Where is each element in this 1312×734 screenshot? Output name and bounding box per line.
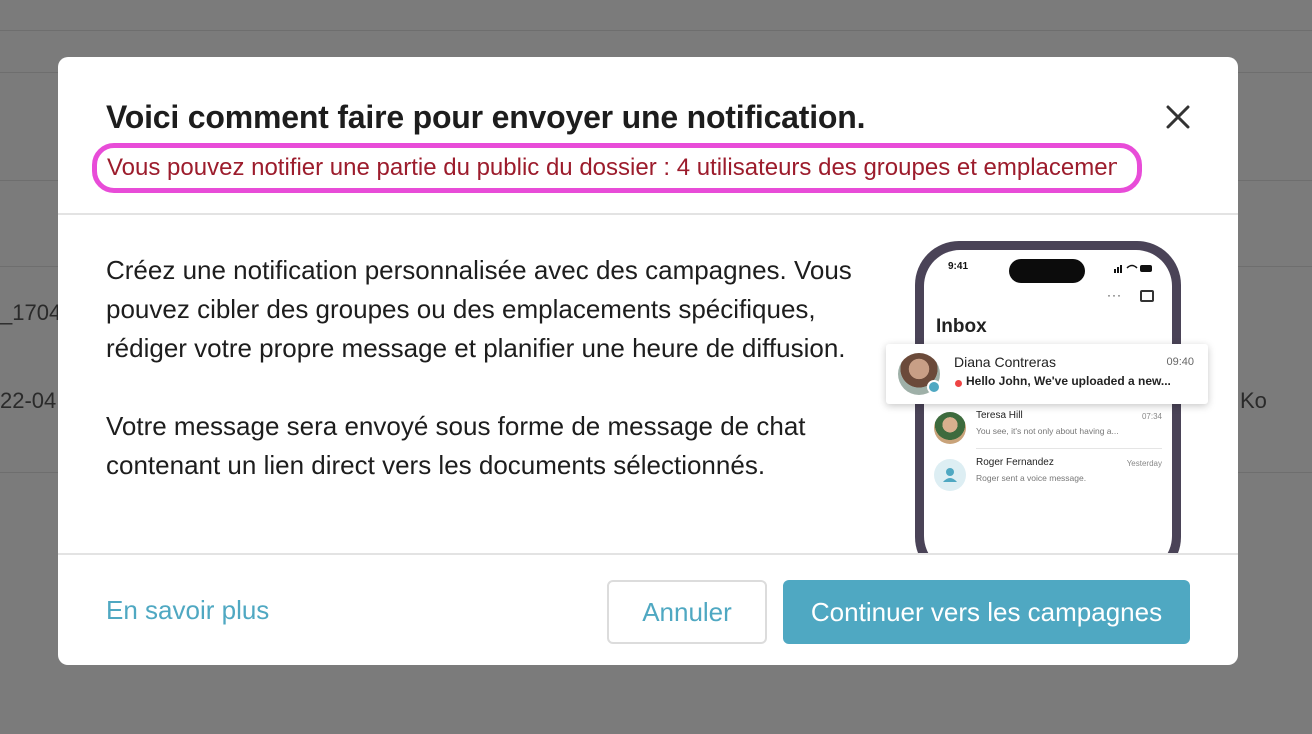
megaphone-icon (927, 380, 941, 394)
notification-help-dialog: Voici comment faire pour envoyer une not… (58, 57, 1238, 665)
sender-name: Roger Fernandez (976, 457, 1054, 468)
close-button[interactable] (1164, 103, 1192, 131)
notification-preview: Hello John, We've uploaded a new... (966, 374, 1171, 388)
audience-highlight: Vous pouvez notifier une partie du publi… (92, 143, 1142, 193)
notification-time: 09:40 (1166, 356, 1194, 368)
continue-to-campaigns-button[interactable]: Continuer vers les campagnes (783, 580, 1190, 644)
avatar (934, 412, 966, 444)
phone-notch (1009, 259, 1085, 283)
unread-dot-icon (955, 380, 962, 387)
status-icons (1114, 264, 1152, 273)
description-paragraph: Votre message sera envoyé sous forme de … (106, 411, 806, 480)
background-cell: _1704 (0, 300, 62, 325)
close-icon (1166, 105, 1190, 129)
cancel-button[interactable]: Annuler (607, 580, 767, 644)
list-item: Roger Fernandez Yesterday Roger sent a v… (934, 457, 1170, 501)
more-icon: ··· (1107, 288, 1122, 302)
message-preview: You see, it's not only about having a... (976, 426, 1119, 436)
sender-name: Diana Contreras (954, 354, 1056, 370)
notification-card: Diana Contreras 09:40 Hello John, We've … (886, 344, 1208, 404)
message-preview: Roger sent a voice message. (976, 473, 1087, 483)
audience-summary: Vous pouvez notifier une partie du publi… (107, 154, 1117, 181)
message-time: 07:34 (1141, 412, 1162, 421)
inbox-title: Inbox (936, 316, 987, 337)
dialog-title: Voici comment faire pour envoyer une not… (106, 99, 866, 135)
compose-icon (1140, 290, 1154, 302)
dialog-header: Voici comment faire pour envoyer une not… (58, 57, 1238, 215)
message-time: Yesterday (1126, 459, 1162, 468)
background-cell: 22-04 (0, 388, 57, 413)
description: Créez une notification personnalisée ave… (106, 251, 866, 485)
dialog-body: Créez une notification personnalisée ave… (58, 215, 1238, 553)
description-paragraph: Créez une notification personnalisée ave… (106, 255, 852, 363)
user-icon (934, 459, 966, 491)
learn-more-link[interactable]: En savoir plus (106, 595, 269, 626)
status-time: 9:41 (948, 261, 969, 272)
sender-name: Teresa Hill (976, 410, 1023, 421)
background-divider (0, 30, 1312, 31)
list-divider (976, 448, 1162, 449)
dialog-footer: En savoir plus Annuler Continuer vers le… (58, 553, 1238, 665)
background-cell: Ko (1240, 388, 1267, 413)
